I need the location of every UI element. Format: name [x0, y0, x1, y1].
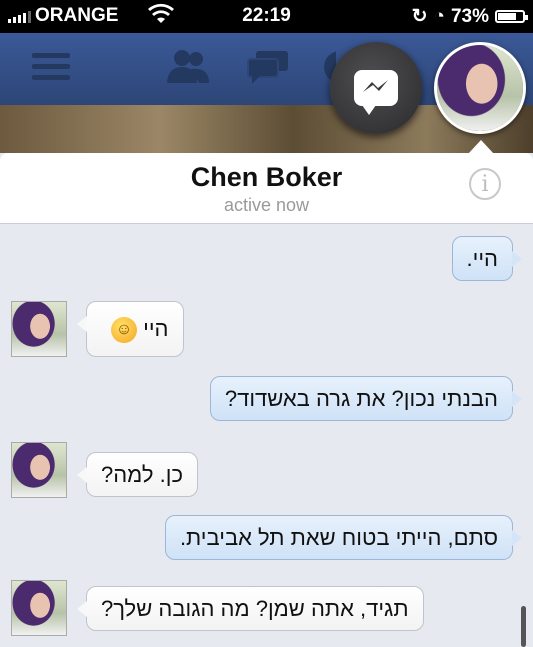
message-incoming: כן. למה? — [77, 452, 198, 497]
messenger-chat-head[interactable] — [330, 42, 422, 134]
message-incoming: היי ☺ — [77, 301, 184, 357]
smiley-emoji-icon: ☺ — [111, 317, 137, 344]
message-text: סתם, הייתי בטוח שאת תל אביבית. — [179, 525, 498, 550]
message-text: הבנתי נכון? את גרה באשדוד? — [224, 386, 498, 411]
battery-percent: 73% — [450, 5, 489, 27]
rotation-lock-icon: ↻ — [411, 6, 428, 27]
scrollbar[interactable] — [521, 606, 526, 647]
panel-pointer — [468, 140, 494, 154]
friend-requests-icon[interactable] — [165, 47, 211, 85]
messenger-icon — [354, 70, 398, 115]
message-bubble: כן. למה? — [77, 452, 198, 497]
message-text: כן. למה? — [101, 462, 183, 487]
message-text: היי. — [466, 246, 499, 271]
status-bar: ORANGE 22:19 ↻ ◔ 73% — [0, 0, 533, 33]
contact-name: Chen Boker — [190, 162, 343, 192]
conversation-header: Chen Boker active now i — [0, 153, 533, 224]
message-bubble: סתם, הייתי בטוח שאת תל אביבית. — [164, 515, 523, 560]
message-text: תגיד, אתה שמן? מה הגובה שלך? — [101, 596, 409, 621]
status-right: ↻ ◔ 73% — [411, 5, 528, 28]
message-bubble: הבנתי נכון? את גרה באשדוד? — [209, 376, 523, 421]
contact-chat-head[interactable] — [434, 42, 526, 134]
message-outgoing: היי. — [451, 236, 522, 281]
sender-avatar[interactable] — [11, 442, 67, 498]
message-incoming: תגיד, אתה שמן? מה הגובה שלך? — [77, 586, 424, 631]
menu-icon[interactable] — [32, 53, 70, 86]
messages-icon[interactable] — [246, 49, 290, 85]
battery-icon — [495, 10, 528, 23]
sender-avatar[interactable] — [11, 580, 67, 636]
message-outgoing: סתם, הייתי בטוח שאת תל אביבית. — [164, 515, 523, 560]
alarm-icon: ◔ — [433, 5, 445, 27]
message-bubble: היי. — [451, 236, 522, 281]
presence-status: active now — [223, 195, 310, 215]
message-text: היי — [143, 316, 169, 341]
message-bubble: היי ☺ — [77, 301, 184, 357]
info-icon[interactable]: i — [469, 168, 501, 200]
message-thread: היי. היי ☺ הבנתי נכון? את גרה באשדוד? כן… — [0, 224, 533, 647]
contact-avatar — [437, 45, 523, 131]
message-outgoing: הבנתי נכון? את גרה באשדוד? — [209, 376, 523, 421]
sender-avatar[interactable] — [11, 301, 67, 357]
message-bubble: תגיד, אתה שמן? מה הגובה שלך? — [77, 586, 424, 631]
